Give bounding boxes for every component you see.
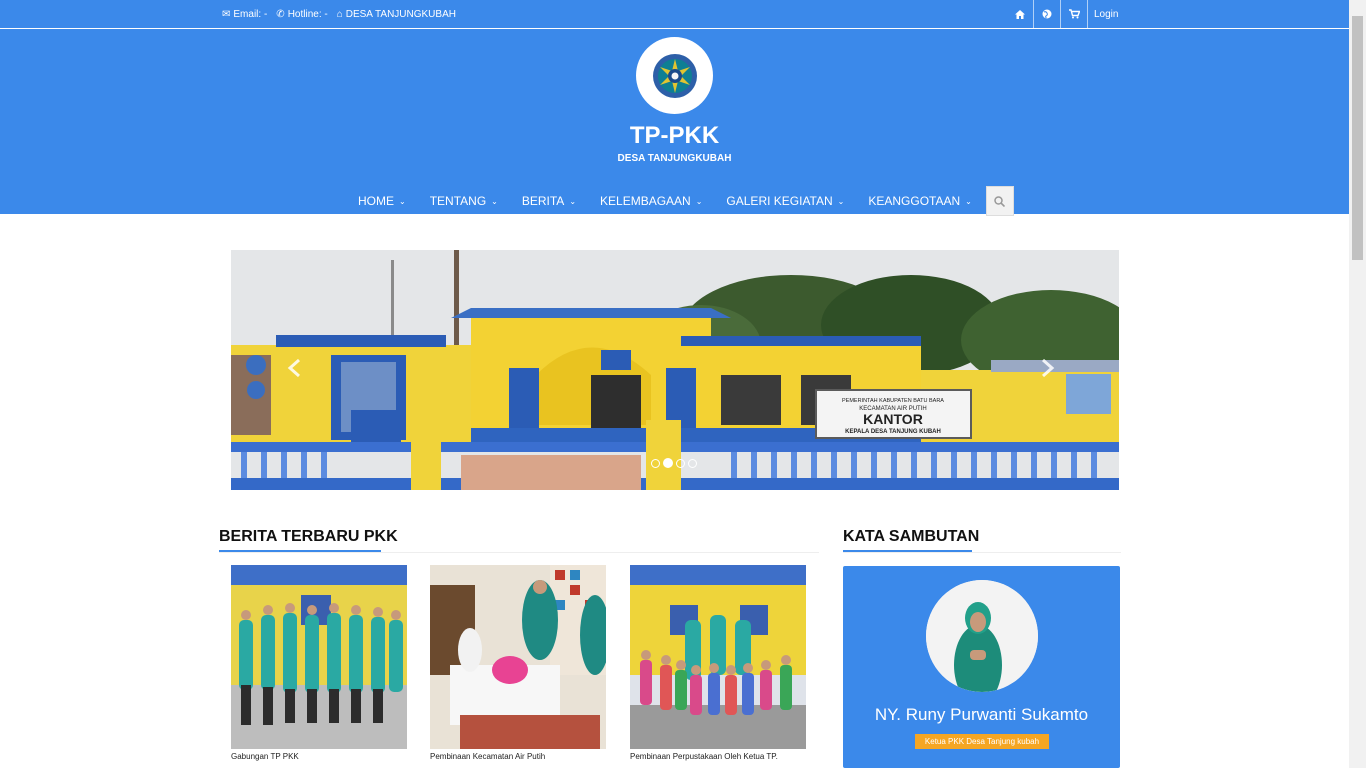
home-icon: ⌂ xyxy=(336,9,343,20)
page: ✉ Email: - ✆ Hotline: - ⌂ DESA TANJUNGKU… xyxy=(0,0,1366,768)
news-thumbnail[interactable] xyxy=(430,565,606,749)
globe-icon xyxy=(1042,9,1052,19)
slider-next-button[interactable] xyxy=(1041,358,1055,384)
sign-line-4: KEPALA DESA TANJUNG KUBAH xyxy=(845,429,941,435)
site-subtitle: DESA TANJUNGKUBAH xyxy=(617,153,732,164)
nav-item-berita[interactable]: BERITA ⌄ xyxy=(522,194,576,208)
sign-line-1: PEMERINTAH KABUPATEN BATU BARA xyxy=(842,398,944,404)
chevron-right-icon xyxy=(1042,358,1055,378)
news-card[interactable]: Pembinaan Kecamatan Air Putih xyxy=(430,565,606,761)
hero-slider[interactable]: PEMERINTAH KABUPATEN BATU BARA KECAMATAN… xyxy=(231,250,1119,490)
scrollbar-thumb[interactable] xyxy=(1352,16,1363,260)
home-icon xyxy=(1015,9,1025,19)
slider-dot[interactable] xyxy=(688,459,697,468)
home-button[interactable] xyxy=(1007,0,1034,28)
main-nav: HOME ⌄ TENTANG ⌄ BERITA ⌄ KELEMBAGAAN ⌄ … xyxy=(346,186,1014,216)
cart-icon xyxy=(1068,9,1080,19)
slider-dots xyxy=(651,458,697,468)
nav-item-kelembagaan[interactable]: KELEMBAGAAN ⌄ xyxy=(600,194,702,208)
news-caption[interactable]: Gabungan TP PKK xyxy=(231,752,407,761)
nav-item-label: KELEMBAGAAN xyxy=(600,194,691,208)
search-button[interactable] xyxy=(985,186,1014,216)
sambutan-role-badge: Ketua PKK Desa Tanjung kubah xyxy=(915,734,1049,749)
chevron-down-icon: ⌄ xyxy=(399,196,406,206)
avatar xyxy=(926,580,1038,692)
site-header: TP-PKK DESA TANJUNGKUBAH HOME ⌄ TENTANG … xyxy=(0,29,1349,216)
sambutan-heading-underline xyxy=(843,550,972,552)
chevron-down-icon: ⌄ xyxy=(837,196,845,206)
sambutan-card: NY. Runy Purwanti Sukamto Ketua PKK Desa… xyxy=(843,566,1120,768)
phone-icon: ✆ xyxy=(276,9,285,20)
search-icon xyxy=(994,195,1006,207)
nav-item-label: BERITA xyxy=(521,194,565,208)
slider-dot[interactable] xyxy=(651,459,660,468)
avatar-photo xyxy=(926,580,1038,692)
news-card[interactable]: Gabungan TP PKK xyxy=(231,565,407,761)
site-logo[interactable] xyxy=(636,37,713,114)
news-heading: BERITA TERBARU PKK xyxy=(219,528,398,545)
nav-item-label: GALERI KEGIATAN xyxy=(726,194,833,208)
slider-prev-button[interactable] xyxy=(287,358,301,384)
language-button[interactable] xyxy=(1034,0,1061,28)
hotline-item[interactable]: ✆ Hotline: - xyxy=(276,9,327,20)
nav-item-galeri-kegiatan[interactable]: GALERI KEGIATAN ⌄ xyxy=(726,194,844,208)
news-divider xyxy=(219,552,819,553)
slider-dot-active[interactable] xyxy=(663,458,673,468)
news-heading-underline xyxy=(219,550,381,552)
news-caption[interactable]: Pembinaan Perpustakaan Oleh Ketua TP. xyxy=(630,752,806,761)
chevron-down-icon: ⌄ xyxy=(965,196,972,206)
hotline-label: Hotline: - xyxy=(287,9,328,20)
nav-item-tentang[interactable]: TENTANG ⌄ xyxy=(430,194,498,208)
chevron-down-icon: ⌄ xyxy=(491,196,498,206)
nav-item-label: TENTANG xyxy=(429,194,487,208)
chevron-down-icon: ⌄ xyxy=(695,196,703,206)
email-item[interactable]: ✉ Email: - xyxy=(222,9,267,20)
news-photo-3 xyxy=(630,565,806,749)
location-item[interactable]: ⌂ DESA TANJUNGKUBAH xyxy=(337,9,456,20)
envelope-icon: ✉ xyxy=(222,9,231,20)
contact-info: ✉ Email: - ✆ Hotline: - ⌂ DESA TANJUNGKU… xyxy=(222,9,456,20)
news-thumbnail[interactable] xyxy=(231,565,407,749)
chevron-left-icon xyxy=(287,358,300,378)
news-photo-2 xyxy=(430,565,606,749)
top-bar-actions: Login xyxy=(1007,0,1128,28)
chevron-down-icon: ⌄ xyxy=(569,196,577,206)
news-caption[interactable]: Pembinaan Kecamatan Air Putih xyxy=(430,752,606,761)
nav-item-keanggotaan[interactable]: KEANGGOTAAN ⌄ xyxy=(868,194,972,208)
sambutan-divider xyxy=(843,552,1121,553)
slider-dot[interactable] xyxy=(676,459,685,468)
sambutan-name: NY. Runy Purwanti Sukamto xyxy=(874,705,1089,724)
location-label: DESA TANJUNGKUBAH xyxy=(345,9,456,20)
news-photo-1 xyxy=(231,565,407,749)
nav-item-home[interactable]: HOME ⌄ xyxy=(358,194,406,208)
pkk-emblem-icon xyxy=(652,53,697,98)
slide-image: PEMERINTAH KABUPATEN BATU BARA KECAMATAN… xyxy=(231,250,1119,490)
login-link[interactable]: Login xyxy=(1088,0,1128,28)
site-title: TP-PKK xyxy=(629,122,720,149)
news-card[interactable]: Pembinaan Perpustakaan Oleh Ketua TP. xyxy=(630,565,806,761)
sambutan-heading: KATA SAMBUTAN xyxy=(843,528,980,545)
nav-item-label: KEANGGOTAAN xyxy=(868,194,961,208)
email-label: Email: - xyxy=(233,9,268,20)
nav-item-label: HOME xyxy=(358,194,394,208)
page-scrollbar[interactable] xyxy=(1349,0,1366,768)
top-bar: ✉ Email: - ✆ Hotline: - ⌂ DESA TANJUNGKU… xyxy=(0,0,1349,29)
sign-line-3: KANTOR xyxy=(863,411,923,427)
cart-button[interactable] xyxy=(1061,0,1088,28)
news-thumbnail[interactable] xyxy=(630,565,806,749)
